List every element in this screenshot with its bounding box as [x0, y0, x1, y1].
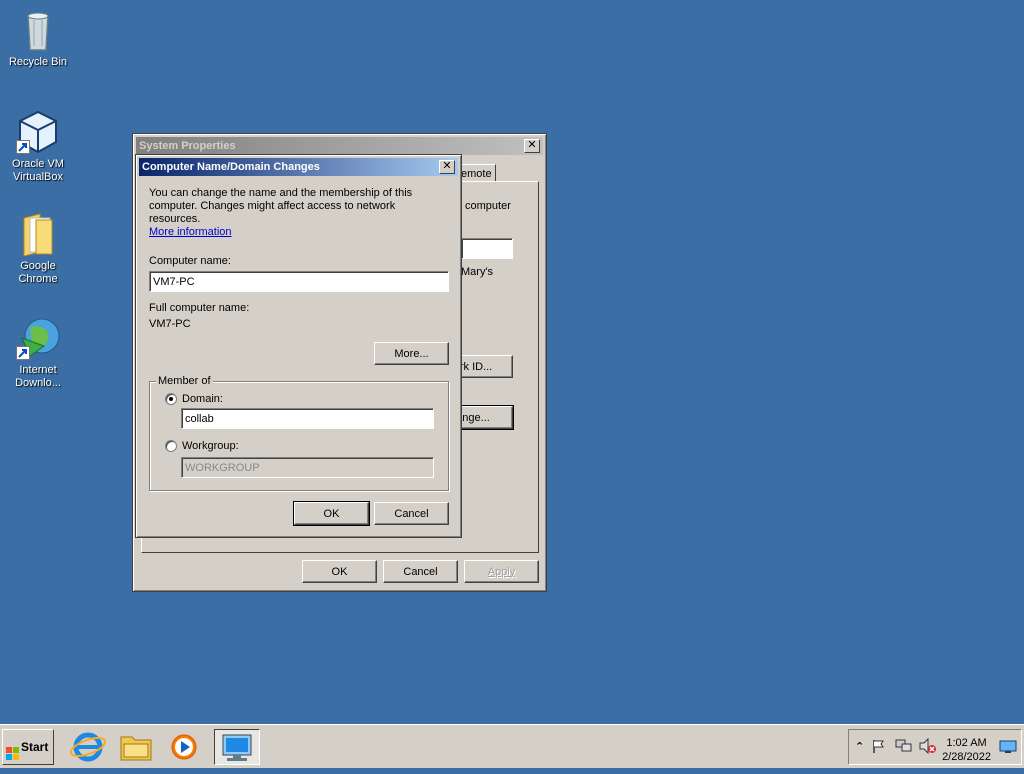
computer-name-dialog-close-button[interactable]: ✕	[439, 160, 455, 174]
full-computer-name-label: Full computer name:	[149, 302, 250, 314]
computer-name-dialog: Computer Name/Domain Changes ✕ You can c…	[135, 154, 462, 538]
desktop-icon-google-chrome[interactable]: Google Chrome	[0, 212, 76, 286]
computer-monitor-icon	[222, 734, 252, 761]
domain-label: Domain:	[182, 393, 223, 405]
internet-download-manager-icon	[16, 316, 60, 360]
shortcut-arrow-icon	[16, 346, 30, 360]
explorer-taskbar-button[interactable]	[116, 729, 156, 765]
recycle-bin-icon	[16, 8, 60, 52]
clock[interactable]: 1:02 AM 2/28/2022	[942, 736, 991, 764]
taskbar: Start ⌃ 1:02 AM 2/28/2022	[0, 724, 1024, 768]
desktop-icon-label: Oracle VM VirtualBox	[12, 158, 64, 183]
clock-time: 1:02 AM	[946, 737, 987, 749]
dialog-cancel-button[interactable]: Cancel	[374, 502, 449, 525]
dialog-description: You can change the name and the membersh…	[149, 187, 449, 239]
internet-explorer-taskbar-button[interactable]	[68, 729, 108, 765]
clock-date: 2/28/2022	[942, 751, 991, 763]
more-information-link[interactable]: More information	[149, 226, 232, 238]
domain-radio[interactable]	[165, 393, 177, 405]
desktop-icon-label: Internet Downlo...	[15, 364, 61, 389]
computer-name-label: Computer name:	[149, 255, 231, 267]
system-properties-taskbar-button[interactable]	[214, 729, 260, 765]
member-of-label: Member of	[156, 375, 213, 387]
computer-name-dialog-title: Computer Name/Domain Changes	[142, 161, 320, 173]
network-icon[interactable]	[895, 738, 913, 757]
show-hidden-icons-icon[interactable]: ⌃	[855, 740, 864, 753]
start-button[interactable]: Start	[2, 729, 54, 765]
computer-name-dialog-titlebar[interactable]: Computer Name/Domain Changes ✕	[139, 158, 458, 176]
system-properties-cancel-button[interactable]: Cancel	[383, 560, 458, 583]
desktop-icon-label: Recycle Bin	[8, 56, 68, 68]
more-button[interactable]: More...	[374, 342, 449, 365]
system-properties-title: System Properties	[139, 140, 236, 152]
full-computer-name-value: VM7-PC	[149, 318, 191, 330]
dialog-ok-button[interactable]: OK	[293, 501, 370, 526]
dialog-description-text: You can change the name and the membersh…	[149, 187, 413, 225]
shortcut-arrow-icon	[16, 140, 30, 154]
internet-explorer-icon	[69, 732, 107, 762]
tab-remote-label: emote	[461, 168, 492, 180]
volume-muted-icon[interactable]	[919, 737, 937, 757]
computer-name-input[interactable]	[149, 271, 449, 292]
virtualbox-icon	[16, 110, 60, 154]
tab-remote[interactable]: emote	[458, 164, 496, 182]
system-properties-apply-button[interactable]: Apply	[464, 560, 539, 583]
marys-text: Mary's	[461, 266, 494, 278]
show-desktop-icon[interactable]	[999, 740, 1017, 757]
folder-icon	[120, 736, 152, 761]
domain-input[interactable]	[181, 408, 434, 429]
computer-description-input[interactable]	[461, 238, 513, 259]
computer-description-text: computer	[465, 200, 511, 212]
system-properties-close-button[interactable]: ✕	[524, 139, 540, 153]
windows-flag-icon	[6, 740, 20, 760]
desktop-icon-recycle-bin[interactable]: Recycle Bin	[0, 8, 76, 69]
media-player-icon	[171, 734, 197, 760]
media-player-taskbar-button[interactable]	[164, 729, 204, 765]
desktop-icon-virtualbox[interactable]: Oracle VM VirtualBox	[0, 110, 76, 184]
start-label: Start	[21, 740, 49, 754]
desktop-icon-label: Google Chrome	[18, 260, 58, 285]
system-properties-titlebar[interactable]: System Properties ✕	[136, 137, 543, 155]
desktop-icon-internet-download[interactable]: Internet Downlo...	[0, 316, 76, 390]
action-center-flag-icon[interactable]	[871, 738, 887, 757]
workgroup-label: Workgroup:	[182, 440, 239, 452]
system-tray: ⌃ 1:02 AM 2/28/2022	[848, 729, 1022, 765]
workgroup-input[interactable]	[181, 457, 434, 478]
folder-icon	[16, 212, 60, 257]
system-properties-ok-button[interactable]: OK	[302, 560, 377, 583]
workgroup-radio[interactable]	[165, 440, 177, 452]
